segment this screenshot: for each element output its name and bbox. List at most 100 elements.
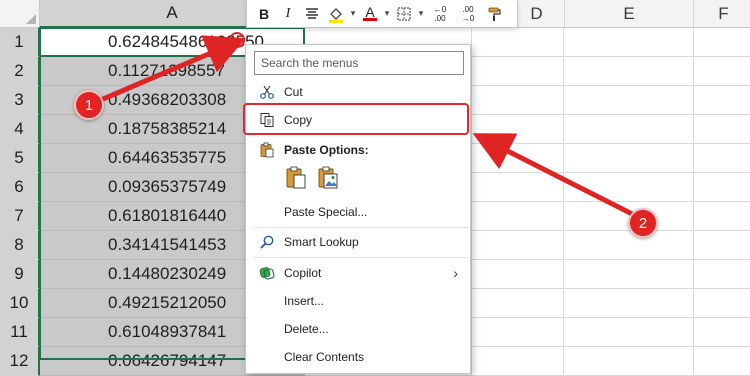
menu-item-paste-special[interactable]: Paste Special... bbox=[246, 198, 470, 226]
cell[interactable] bbox=[694, 202, 750, 231]
column-header-e[interactable]: E bbox=[564, 0, 694, 28]
cell[interactable] bbox=[472, 86, 564, 115]
row-header[interactable]: 8 bbox=[0, 231, 40, 260]
borders-dropdown-icon[interactable]: ▾ bbox=[417, 8, 425, 19]
cell[interactable] bbox=[472, 347, 564, 376]
menu-item-delete[interactable]: Delete... bbox=[246, 315, 470, 343]
row-header[interactable]: 4 bbox=[0, 115, 40, 144]
menu-item-insert-label: Insert... bbox=[284, 294, 325, 308]
fill-color-dropdown-icon[interactable]: ▾ bbox=[349, 8, 357, 19]
cell-value: 0.11271398557 bbox=[108, 61, 225, 80]
cell-value: 0.624845486103550 bbox=[108, 32, 264, 51]
cell[interactable] bbox=[564, 347, 694, 376]
cell[interactable] bbox=[564, 318, 694, 347]
cell[interactable] bbox=[694, 144, 750, 173]
cell[interactable] bbox=[694, 289, 750, 318]
menu-item-copy-label: Copy bbox=[284, 113, 313, 127]
italic-icon[interactable]: I bbox=[277, 3, 299, 25]
row-header[interactable]: 12 bbox=[0, 347, 40, 376]
cell[interactable] bbox=[694, 86, 750, 115]
cell[interactable] bbox=[564, 260, 694, 289]
bold-icon[interactable]: B bbox=[253, 3, 275, 25]
cell[interactable] bbox=[472, 202, 564, 231]
copy-icon bbox=[258, 111, 276, 129]
cell[interactable] bbox=[694, 260, 750, 289]
row-header[interactable]: 3 bbox=[0, 86, 40, 115]
row-header[interactable]: 9 bbox=[0, 260, 40, 289]
font-color-letter: A bbox=[365, 4, 375, 20]
mini-toolbar: B I ▾ A ▾ ▾ ←0 .00 .00 →0 bbox=[246, 0, 518, 28]
chevron-right-icon: › bbox=[453, 265, 458, 281]
cell[interactable] bbox=[564, 86, 694, 115]
copilot-icon bbox=[258, 264, 276, 282]
row-header[interactable]: 10 bbox=[0, 289, 40, 318]
fill-color-icon[interactable] bbox=[325, 3, 347, 25]
menu-item-insert[interactable]: Insert... bbox=[246, 287, 470, 315]
paste-options-row bbox=[284, 166, 340, 190]
menu-item-cut-label: Cut bbox=[284, 85, 303, 99]
menu-item-smart-lookup[interactable]: Smart Lookup bbox=[246, 228, 470, 256]
cell[interactable] bbox=[564, 115, 694, 144]
row-header[interactable]: 1 bbox=[0, 28, 40, 57]
cell-value: 0.18758385214 bbox=[108, 119, 227, 138]
cell[interactable] bbox=[472, 144, 564, 173]
cell[interactable] bbox=[694, 115, 750, 144]
cell[interactable] bbox=[564, 202, 694, 231]
format-painter-icon[interactable] bbox=[483, 3, 505, 25]
cell-value: 0.09365375749 bbox=[108, 177, 227, 196]
cell[interactable] bbox=[694, 231, 750, 260]
decrease-decimal-icon[interactable]: ←0 .00 bbox=[427, 3, 453, 25]
menu-item-copilot[interactable]: Copilot › bbox=[246, 259, 470, 287]
borders-icon[interactable] bbox=[393, 3, 415, 25]
cell[interactable] bbox=[564, 231, 694, 260]
scissors-icon bbox=[258, 83, 276, 101]
cell-value: 0.61048937841 bbox=[108, 322, 227, 341]
menu-item-delete-label: Delete... bbox=[284, 322, 329, 336]
cell[interactable] bbox=[564, 289, 694, 318]
cell[interactable] bbox=[564, 144, 694, 173]
context-menu: Cut Copy Paste Options: Paste Special...… bbox=[245, 44, 471, 374]
menu-item-clear-contents[interactable]: Clear Contents bbox=[246, 343, 470, 371]
menu-search-input[interactable] bbox=[254, 51, 464, 75]
column-header-f[interactable]: F bbox=[694, 0, 750, 28]
cell[interactable] bbox=[472, 289, 564, 318]
menu-item-paste-options-label: Paste Options: bbox=[284, 143, 369, 157]
row-header[interactable]: 7 bbox=[0, 202, 40, 231]
font-color-icon[interactable]: A bbox=[359, 3, 381, 25]
select-all-corner[interactable] bbox=[0, 0, 40, 28]
row-header[interactable]: 2 bbox=[0, 57, 40, 86]
row-header[interactable]: 6 bbox=[0, 173, 40, 202]
menu-item-paste-options: Paste Options: bbox=[246, 136, 470, 164]
cell-value: 0.64463535775 bbox=[108, 148, 227, 167]
cell[interactable] bbox=[694, 57, 750, 86]
font-color-dropdown-icon[interactable]: ▾ bbox=[383, 8, 391, 19]
paste-picture-icon[interactable] bbox=[316, 166, 340, 190]
align-icon[interactable] bbox=[301, 3, 323, 25]
menu-item-copy[interactable]: Copy bbox=[246, 106, 470, 134]
cell[interactable] bbox=[472, 28, 564, 57]
cell[interactable] bbox=[694, 28, 750, 57]
cell[interactable] bbox=[472, 57, 564, 86]
cell-value: 0.34141541453 bbox=[108, 235, 227, 254]
cell[interactable] bbox=[694, 347, 750, 376]
increase-decimal-icon[interactable]: .00 →0 bbox=[455, 3, 481, 25]
cell-value: 0.06426794147 bbox=[108, 351, 227, 370]
menu-item-paste-special-label: Paste Special... bbox=[284, 205, 368, 219]
paste-icon[interactable] bbox=[284, 166, 308, 190]
menu-item-cut[interactable]: Cut bbox=[246, 78, 470, 106]
cell[interactable] bbox=[564, 28, 694, 57]
cell-value: 0.49368203308 bbox=[108, 90, 227, 109]
cell[interactable] bbox=[472, 231, 564, 260]
cell[interactable] bbox=[564, 57, 694, 86]
row-header[interactable]: 11 bbox=[0, 318, 40, 347]
cell-value: 0.49215212050 bbox=[108, 293, 227, 312]
cell[interactable] bbox=[472, 115, 564, 144]
cell[interactable] bbox=[472, 260, 564, 289]
cell[interactable] bbox=[694, 173, 750, 202]
cell[interactable] bbox=[564, 173, 694, 202]
row-header[interactable]: 5 bbox=[0, 144, 40, 173]
cell[interactable] bbox=[694, 318, 750, 347]
cell-value: 0.61801816440 bbox=[108, 206, 227, 225]
cell[interactable] bbox=[472, 318, 564, 347]
cell[interactable] bbox=[472, 173, 564, 202]
